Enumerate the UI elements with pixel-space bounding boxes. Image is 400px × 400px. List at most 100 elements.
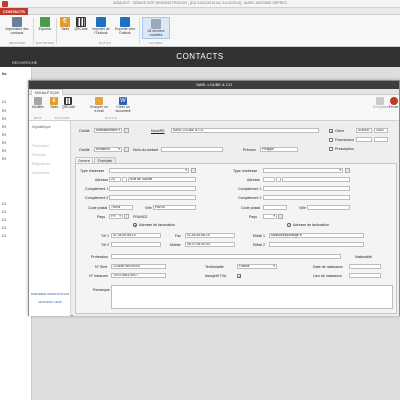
nav-relances[interactable]: Relances: [32, 153, 46, 157]
nav-signaletique[interactable]: Signalétique: [32, 125, 51, 129]
last-modified-value: 25/10/2016 18:20: [38, 300, 62, 304]
send-email-button[interactable]: Envoyer un e-mail: [89, 97, 109, 114]
civilite-lookup-button[interactable]: [124, 128, 129, 133]
date-naissance-field[interactable]: [349, 264, 381, 269]
fournisseur-code-field[interactable]: [356, 137, 372, 142]
list-item[interactable]: C1: [2, 234, 6, 238]
fournisseur-number-field[interactable]: [374, 137, 388, 142]
dialog-ribbon: Modifier € Tarifs QRCode Envoyer un e-ma…: [29, 95, 399, 121]
complement2b-field[interactable]: [263, 195, 350, 200]
type-adresse-select[interactable]: [109, 168, 189, 173]
list-item[interactable]: C1: [2, 226, 6, 230]
remarque-field[interactable]: [111, 285, 393, 309]
list-item[interactable]: C1: [2, 100, 6, 104]
client-code-field[interactable]: 418000: [356, 128, 372, 133]
contact-dialog: SARL LOUBE & CO SIGNALÉTIQUE Modifier € …: [28, 80, 400, 316]
group-exporter-label: EXPORTER: [35, 41, 55, 45]
lieu-naissance-field[interactable]: [349, 273, 381, 278]
client-number-field[interactable]: 1833: [374, 128, 388, 133]
adresse-field[interactable]: Rue de Savoie: [128, 177, 196, 182]
complement1-field[interactable]: [109, 186, 196, 191]
export-button[interactable]: Exporter: [36, 17, 54, 32]
dialog-qrcode-button[interactable]: QRCode: [62, 97, 75, 110]
client-checkbox[interactable]: [329, 129, 333, 134]
list-item[interactable]: R1: [2, 125, 6, 129]
complement2-field[interactable]: [109, 195, 196, 200]
ville-field[interactable]: PARIS: [153, 205, 196, 210]
complement1b-field[interactable]: [263, 186, 350, 191]
list-item[interactable]: C1: [2, 210, 6, 214]
tarifs-button[interactable]: € Tarifs: [58, 17, 72, 32]
nom-field[interactable]: SARL LOUBE & CO: [171, 128, 319, 133]
contact-name-field[interactable]: [161, 147, 223, 152]
code-postal2-field[interactable]: [263, 205, 287, 210]
pays-select[interactable]: FR: [109, 214, 123, 219]
civilite-select[interactable]: Etablissement: [94, 128, 122, 133]
outlook-import-icon: [96, 17, 106, 27]
modifier-button[interactable]: Modifier: [32, 97, 44, 110]
adresse2-suffix-field[interactable]: [276, 177, 281, 182]
nav-facturation[interactable]: Facturation: [32, 144, 49, 148]
intracom-field[interactable]: TEST456376477: [111, 273, 166, 278]
list-item[interactable]: R1: [2, 133, 6, 137]
siret-field[interactable]: 123456789100XX: [111, 264, 166, 269]
nav-reglements[interactable]: Règlements: [32, 162, 50, 166]
assujetti-checkbox[interactable]: [237, 274, 241, 279]
list-item[interactable]: R1: [2, 117, 6, 121]
tab-contacts[interactable]: CONTACTS: [0, 8, 28, 15]
dialog-tarifs-button[interactable]: € Tarifs: [49, 97, 59, 110]
page-header: CONTACTS: [0, 47, 400, 67]
pays-lookup-button[interactable]: [124, 214, 129, 219]
type-adresse-lookup-button[interactable]: [191, 168, 196, 173]
ville2-field[interactable]: [307, 205, 350, 210]
fournisseur-checkbox[interactable]: [329, 138, 333, 142]
nav-documents[interactable]: Documents: [32, 171, 49, 175]
tel1-label: Tél 1: [101, 234, 109, 238]
facturation2-radio[interactable]: [287, 223, 291, 227]
pays2-lookup-button[interactable]: [278, 214, 283, 219]
tel2-field[interactable]: [111, 242, 161, 247]
list-item[interactable]: C1: [2, 202, 6, 206]
person-edit-icon: [34, 97, 42, 105]
print-contacts-button[interactable]: Impression des contacts: [3, 17, 31, 36]
list-item[interactable]: R1: [2, 141, 6, 145]
pays2-select[interactable]: [263, 214, 277, 219]
adresse-number-field[interactable]: 23: [109, 177, 121, 182]
list-header: No: [2, 72, 7, 76]
save-button[interactable]: Enregistrer: [373, 97, 390, 110]
mobile-field[interactable]: 06.07.08.09.XX: [185, 242, 235, 247]
import-outlook-button[interactable]: Importer de l'Outlook: [91, 17, 111, 36]
type-adresse2-select[interactable]: [263, 168, 343, 173]
adresse2-field[interactable]: [282, 177, 350, 182]
ville2-label: Ville: [299, 206, 306, 210]
adresse2-label: Adresse: [247, 178, 261, 182]
close-dialog-button[interactable]: Fin de: [388, 97, 399, 110]
list-item[interactable]: R1: [2, 109, 6, 113]
email2-field[interactable]: [269, 242, 364, 247]
qrcode-button[interactable]: QRCode: [73, 17, 89, 32]
create-document-button[interactable]: W Créer un document: [113, 97, 133, 114]
list-item[interactable]: R1: [2, 157, 6, 161]
contact-civilite-lookup-button[interactable]: [124, 147, 129, 152]
email1-field[interactable]: sarlloube@orange.fr: [269, 233, 364, 238]
code-postal-field[interactable]: 75004: [109, 205, 133, 210]
adresse2-number-field[interactable]: [263, 177, 275, 182]
tel1-field[interactable]: 01.44.55.56.14: [111, 233, 161, 238]
facturation-label: Adresse de facturation: [139, 223, 175, 227]
group-outils-label: OUTILS: [98, 41, 112, 45]
export-outlook-button[interactable]: Exporter vers Outlook: [113, 17, 137, 36]
prescription-checkbox[interactable]: [329, 147, 333, 151]
recent-filter-button[interactable]: 28 derniers modifiés: [142, 17, 170, 39]
type-adresse2-lookup-button[interactable]: [345, 168, 350, 173]
print-contacts-label: Impression des contacts: [5, 27, 29, 35]
qrcode-label: QRCode: [74, 27, 88, 31]
adresse-suffix-field[interactable]: [122, 177, 127, 182]
territorialite-select[interactable]: France: [237, 264, 277, 269]
profession-field[interactable]: [111, 254, 341, 259]
fax-field[interactable]: 01.44.55.56.15: [185, 233, 235, 238]
facturation-radio[interactable]: [133, 223, 137, 227]
list-item[interactable]: C1: [2, 218, 6, 222]
contact-civilite-select[interactable]: Monsieur: [94, 147, 122, 152]
list-item[interactable]: R1: [2, 149, 6, 153]
prenom-field[interactable]: Philippe: [260, 147, 298, 152]
